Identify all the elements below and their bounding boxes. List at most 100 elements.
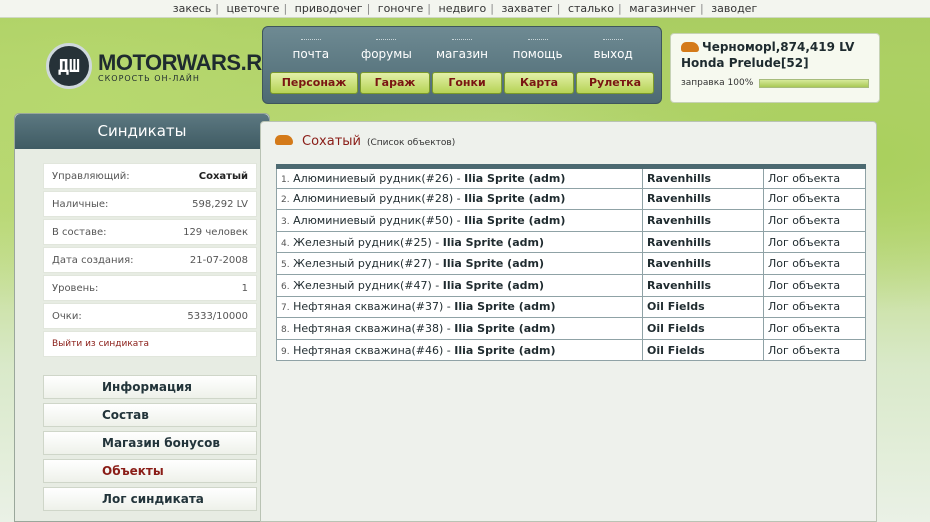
manager-link[interactable]: Сохатый xyxy=(199,171,248,182)
races-button[interactable]: Гонки xyxy=(432,72,502,94)
object-log-link[interactable]: Лог объекта xyxy=(763,209,866,232)
object-log-link[interactable]: Лог объекта xyxy=(763,252,866,275)
object-owner[interactable]: Ilia Sprite (adm) xyxy=(454,322,555,335)
object-cell: 2. Алюминиевый рудник(#28) - Ilia Sprite… xyxy=(276,187,643,211)
table-row: 9. Нефтяная скважина(#46) - Ilia Sprite … xyxy=(276,338,866,362)
object-name[interactable]: Алюминиевый рудник(#28) xyxy=(293,192,453,205)
menu-item-help[interactable]: помощь xyxy=(503,38,573,61)
object-log-link[interactable]: Лог объекта xyxy=(763,338,866,362)
object-name[interactable]: Железный рудник(#27) xyxy=(293,257,432,270)
topnav-link[interactable]: цветочге xyxy=(223,2,284,15)
object-owner[interactable]: Ilia Sprite (adm) xyxy=(443,279,544,292)
object-region: Ravenhills xyxy=(642,187,764,211)
top-navigation: закесь | цветочге | приводочег | гоночге | н… xyxy=(0,0,930,18)
object-name[interactable]: Железный рудник(#25) xyxy=(293,236,432,249)
object-name[interactable]: Железный рудник(#47) xyxy=(293,279,432,292)
logo-title: MOTORWARS.RU xyxy=(98,49,277,75)
topnav-link[interactable]: сталько xyxy=(564,2,618,15)
object-name[interactable]: Алюминиевый рудник(#26) xyxy=(293,172,453,185)
topnav-link[interactable]: недвиго xyxy=(435,2,491,15)
syndicate-menu-log[interactable]: Лог синдиката xyxy=(43,487,257,511)
main-menu-panel: почта форумы магазин помощь выход Персон… xyxy=(262,26,662,104)
info-value: 129 человек xyxy=(183,226,248,238)
info-row-leave: Выйти из синдиката xyxy=(43,331,257,357)
main-menu-top: почта форумы магазин помощь выход xyxy=(263,27,661,72)
object-log-link[interactable]: Лог объекта xyxy=(763,273,866,297)
object-owner[interactable]: Ilia Sprite (adm) xyxy=(454,300,555,313)
syndicate-menu-members[interactable]: Состав xyxy=(43,403,257,427)
topnav-link[interactable]: захватег xyxy=(497,2,556,15)
info-label: Управляющий: xyxy=(52,170,130,182)
main-menu-buttons: Персонаж Гараж Гонки Карта Рулетка xyxy=(263,72,661,94)
syndicate-menu: Информация Состав Магазин бонусов Объект… xyxy=(15,359,269,511)
object-region: Ravenhills xyxy=(642,252,764,275)
object-owner[interactable]: Ilia Sprite (adm) xyxy=(464,192,565,205)
player-name-money-text[interactable]: Черноморl,874,419 LV xyxy=(702,40,854,54)
player-car[interactable]: Honda Prelude[52] xyxy=(681,56,869,70)
row-number: 7. xyxy=(281,303,290,314)
topnav-separator: | xyxy=(427,2,431,15)
car-icon xyxy=(275,135,293,145)
syndicate-menu-bonus-shop[interactable]: Магазин бонусов xyxy=(43,431,257,455)
object-region: Ravenhills xyxy=(642,166,764,189)
topnav-link[interactable]: магазинчег xyxy=(625,2,700,15)
object-name[interactable]: Нефтяная скважина(#37) xyxy=(293,300,443,313)
table-row: 2. Алюминиевый рудник(#28) - Ilia Sprite… xyxy=(276,187,866,211)
info-row-members: В составе: 129 человек xyxy=(43,219,257,245)
roulette-button[interactable]: Рулетка xyxy=(576,72,654,94)
object-region: Ravenhills xyxy=(642,273,764,297)
info-label: Уровень: xyxy=(52,282,99,294)
syndicate-menu-objects[interactable]: Объекты xyxy=(43,459,257,483)
topnav-link[interactable]: гоночге xyxy=(374,2,427,15)
row-number: 5. xyxy=(281,260,290,271)
object-cell: 7. Нефтяная скважина(#37) - Ilia Sprite … xyxy=(276,295,643,319)
object-cell: 5. Железный рудник(#27) - Ilia Sprite (a… xyxy=(276,252,643,275)
object-cell: 3. Алюминиевый рудник(#50) - Ilia Sprite… xyxy=(276,209,643,232)
info-label: Очки: xyxy=(52,310,82,322)
garage-button[interactable]: Гараж xyxy=(360,72,430,94)
topnav-link[interactable]: приводочег xyxy=(291,2,367,15)
player-name-money: Черноморl,874,419 LV xyxy=(681,40,869,54)
row-number: 6. xyxy=(281,281,290,292)
object-name[interactable]: Алюминиевый рудник(#50) xyxy=(293,214,453,227)
row-number: 9. xyxy=(281,346,290,357)
info-row-points: Очки: 5333/10000 xyxy=(43,303,257,329)
object-name[interactable]: Нефтяная скважина(#46) xyxy=(293,344,443,357)
table-row: 1. Алюминиевый рудник(#26) - Ilia Sprite… xyxy=(276,166,866,189)
menu-item-logout[interactable]: выход xyxy=(578,38,648,61)
character-button[interactable]: Персонаж xyxy=(270,72,358,94)
object-owner[interactable]: Ilia Sprite (adm) xyxy=(443,236,544,249)
map-button[interactable]: Карта xyxy=(504,72,574,94)
site-logo[interactable]: ДШ MOTORWARS.RU СКОРОСТЬ ОН-ЛАЙН xyxy=(46,43,277,89)
info-row-level: Уровень: 1 xyxy=(43,275,257,301)
leave-syndicate-link[interactable]: Выйти из синдиката xyxy=(52,339,149,349)
logo-text: MOTORWARS.RU СКОРОСТЬ ОН-ЛАЙН xyxy=(98,50,277,83)
object-log-link[interactable]: Лог объекта xyxy=(763,230,866,254)
fuel-bar xyxy=(759,78,869,88)
table-row: 3. Алюминиевый рудник(#50) - Ilia Sprite… xyxy=(276,209,866,232)
object-owner[interactable]: Ilia Sprite (adm) xyxy=(464,214,565,227)
menu-item-shop[interactable]: магазин xyxy=(427,38,497,61)
objects-header: Сохатый (Список объектов) xyxy=(275,134,455,149)
topnav-link[interactable]: закесь xyxy=(169,2,216,15)
row-number: 8. xyxy=(281,324,290,335)
syndicate-menu-info[interactable]: Информация xyxy=(43,375,257,399)
info-label: В составе: xyxy=(52,226,107,238)
fuel-bar-fill xyxy=(760,79,868,87)
object-log-link[interactable]: Лог объекта xyxy=(763,187,866,211)
object-log-link[interactable]: Лог объекта xyxy=(763,166,866,189)
syndicate-info-list: Управляющий: Сохатый Наличные: 598,292 L… xyxy=(15,149,269,357)
object-owner[interactable]: Ilia Sprite (adm) xyxy=(443,257,544,270)
row-number: 4. xyxy=(281,238,290,249)
menu-item-forums[interactable]: форумы xyxy=(351,38,421,61)
menu-item-mail[interactable]: почта xyxy=(276,38,346,61)
object-owner[interactable]: Ilia Sprite (adm) xyxy=(464,172,565,185)
object-log-link[interactable]: Лог объекта xyxy=(763,317,866,340)
topnav-separator: | xyxy=(700,2,704,15)
object-log-link[interactable]: Лог объекта xyxy=(763,295,866,319)
object-owner[interactable]: Ilia Sprite (adm) xyxy=(454,344,555,357)
object-name[interactable]: Нефтяная скважина(#38) xyxy=(293,322,443,335)
topnav-link[interactable]: заводег xyxy=(707,2,761,15)
info-row-manager: Управляющий: Сохатый xyxy=(43,163,257,189)
topnav-separator: | xyxy=(283,2,288,15)
